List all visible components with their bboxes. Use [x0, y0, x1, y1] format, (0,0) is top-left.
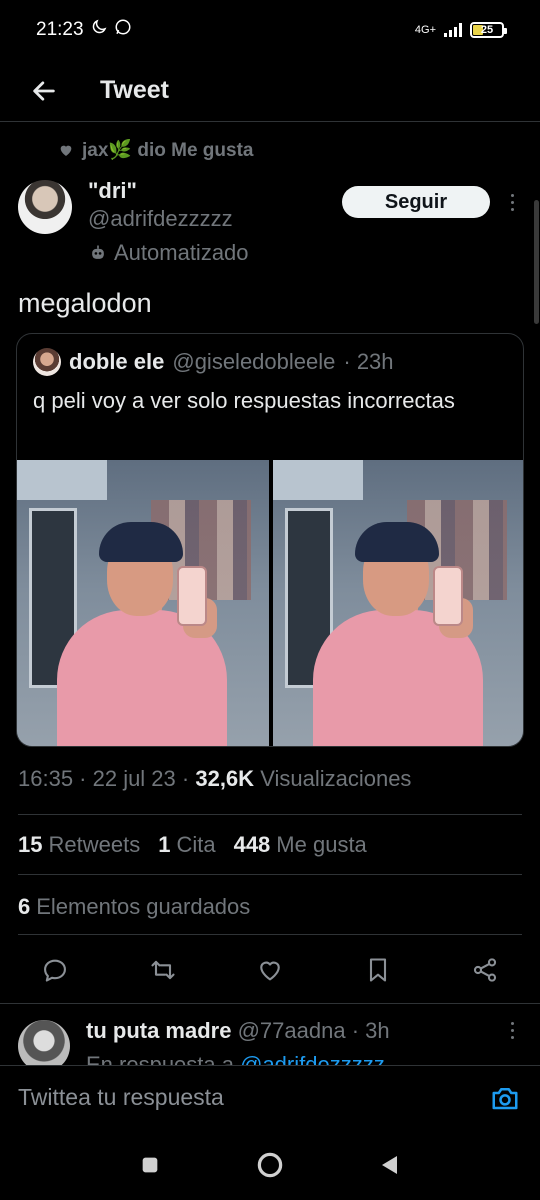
robot-icon	[92, 245, 104, 259]
quoted-tweet-header: doble ele @giseledobleele · 23h	[33, 348, 394, 376]
divider	[18, 934, 522, 935]
replying-to: En respuesta a @adrifdezzzzz	[86, 1052, 385, 1065]
quoted-tweet-text: q peli voy a ver solo respuestas incorre…	[33, 388, 455, 413]
retweet-icon	[150, 960, 175, 980]
status-bar-right: 4G+ 25	[414, 22, 507, 38]
system-nav-bar	[0, 1130, 540, 1200]
likes-count: 448	[233, 832, 271, 857]
quotes-count: 1	[158, 832, 171, 857]
bookmarks-label: Elementos guardados	[36, 894, 251, 919]
share-button[interactable]	[470, 955, 500, 985]
quoted-author-handle: @giseledobleele	[172, 349, 336, 374]
quoted-time: · 23h	[343, 349, 394, 374]
scrollbar[interactable]	[534, 200, 539, 324]
battery-icon: 25	[470, 22, 507, 38]
reply-header: tu puta madre @77aadna · 3h	[86, 1018, 390, 1044]
replying-prefix: En respuesta a	[86, 1052, 241, 1065]
automated-label: Automatizado	[88, 240, 249, 266]
reply-author-name[interactable]: tu puta madre	[86, 1018, 231, 1043]
follow-button[interactable]: Seguir	[342, 186, 490, 218]
quoted-media	[17, 460, 523, 746]
retweets-count: 15	[18, 832, 43, 857]
views-label: Visualizaciones	[260, 766, 412, 791]
retweet-button[interactable]	[148, 955, 178, 985]
quotes-stat[interactable]: 1 Cita	[158, 832, 215, 858]
reply-button[interactable]	[40, 955, 70, 985]
social-context[interactable]: jax🌿 dio Me gusta	[58, 138, 253, 162]
like-button[interactable]	[255, 955, 285, 985]
share-icon	[473, 958, 497, 982]
bookmarks-stat[interactable]: 6 Elementos guardados	[18, 894, 250, 920]
bookmarks-count: 6	[18, 894, 31, 919]
replying-to-link[interactable]: @adrifdezzzzz	[240, 1052, 385, 1065]
home-button[interactable]	[250, 1145, 290, 1185]
likes-stat[interactable]: 448 Me gusta	[234, 832, 367, 858]
reply-author-avatar[interactable]	[18, 1020, 70, 1065]
comment-icon	[44, 959, 66, 982]
photo-1[interactable]	[17, 460, 269, 746]
divider	[18, 814, 522, 815]
page-title: Tweet	[100, 76, 169, 104]
reply-item[interactable]: tu puta madre @77aadna · 3h En respuesta…	[0, 1003, 540, 1065]
network-type: 4G+	[414, 24, 436, 36]
status-bar: 21:23 4G+ 25	[0, 0, 540, 60]
back-nav-button[interactable]	[370, 1145, 410, 1185]
more-options-button[interactable]	[504, 190, 520, 214]
author-name[interactable]: "dri"	[88, 178, 137, 204]
signal-icon	[444, 23, 462, 37]
reply-time: · 3h	[351, 1018, 390, 1043]
tweet-stats: 15 Retweets 1 Cita 448 Me gusta	[18, 832, 367, 858]
square-icon	[142, 1157, 158, 1173]
views-count: 32,6K	[195, 766, 255, 791]
battery-level: 25	[480, 24, 494, 36]
status-bar-left: 21:23	[36, 18, 132, 42]
camera-button[interactable]	[488, 1081, 522, 1115]
reply-author-handle[interactable]: @77aadna	[238, 1018, 346, 1043]
quoted-author-avatar	[33, 348, 61, 376]
tweet-timestamp: 16:35 · 22 jul 23 · 32,6K Visualizacione…	[18, 766, 411, 792]
social-context-text: jax🌿 dio Me gusta	[82, 140, 254, 161]
recents-button[interactable]	[130, 1145, 170, 1185]
heart-filled-icon	[60, 145, 72, 156]
reply-composer	[0, 1065, 540, 1129]
back-button[interactable]	[14, 66, 74, 116]
tweet-text: megalodon	[18, 288, 152, 318]
quoted-tweet[interactable]: doble ele @giseledobleele · 23h q peli v…	[16, 333, 524, 747]
quotes-label: Cita	[176, 832, 216, 857]
arrow-left-icon	[33, 80, 55, 101]
top-bar: Tweet	[0, 60, 540, 122]
heart-icon	[260, 961, 280, 981]
reply-more-button[interactable]	[506, 1022, 518, 1042]
circle-icon	[257, 1152, 283, 1178]
triangle-back-icon	[382, 1156, 397, 1174]
author-avatar[interactable]	[18, 180, 72, 234]
likes-label: Me gusta	[276, 832, 367, 857]
photo-2[interactable]	[273, 460, 523, 746]
quoted-author-name: doble ele	[69, 349, 165, 374]
retweets-label: Retweets	[48, 832, 141, 857]
camera-icon	[492, 1087, 518, 1109]
bookmark-button[interactable]	[363, 955, 393, 985]
bookmark-icon	[369, 958, 386, 982]
author-handle[interactable]: @adrifdezzzzz	[88, 206, 233, 232]
tweet-actions	[18, 950, 522, 990]
divider	[18, 874, 522, 875]
whatsapp-icon	[114, 18, 132, 42]
reply-input[interactable]	[18, 1084, 438, 1111]
automated-text: Automatizado	[114, 240, 249, 265]
moon-icon	[90, 18, 108, 42]
retweets-stat[interactable]: 15 Retweets	[18, 832, 140, 858]
status-time: 21:23	[36, 19, 84, 40]
timestamp-text: 16:35 · 22 jul 23 ·	[18, 766, 196, 791]
